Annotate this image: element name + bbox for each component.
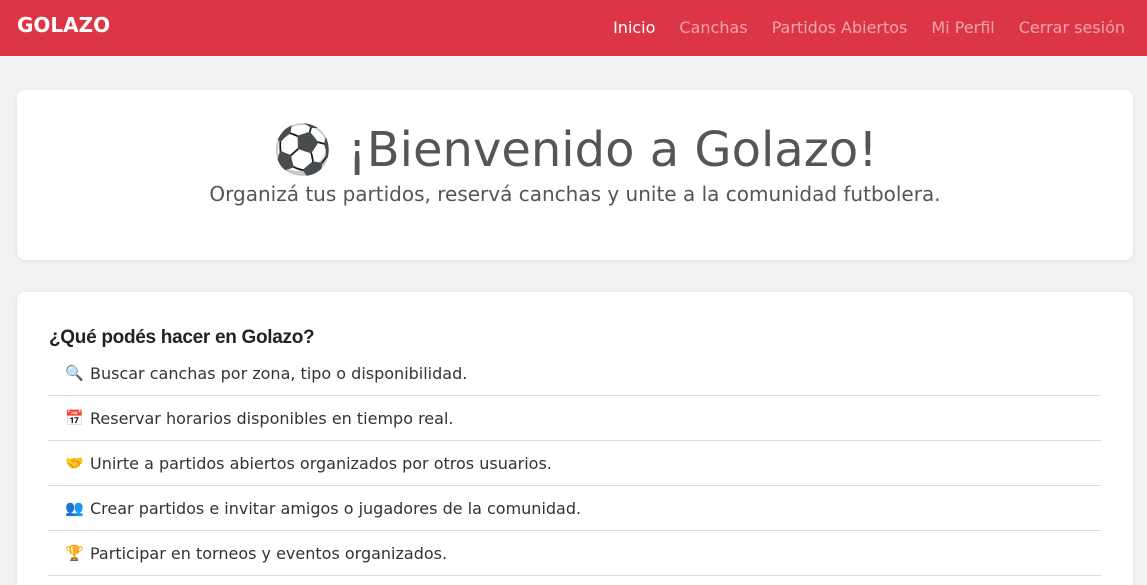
- feature-text: Unirte a partidos abiertos organizados p…: [90, 453, 552, 473]
- list-item: 🏆 Participar en torneos y eventos organi…: [48, 531, 1101, 576]
- brand-logo[interactable]: GOLAZO: [17, 13, 110, 37]
- features-card: ¿Qué podés hacer en Golazo? 🔍 Buscar can…: [17, 292, 1133, 585]
- soccer-ball-icon: ⚽: [272, 122, 333, 178]
- hero-title-text: ¡Bienvenido a Golazo!: [347, 122, 878, 178]
- nav-link-partidos-abiertos[interactable]: Partidos Abiertos: [760, 0, 920, 56]
- feature-list: 🔍 Buscar canchas por zona, tipo o dispon…: [48, 351, 1101, 576]
- feature-text: Buscar canchas por zona, tipo o disponib…: [90, 363, 468, 383]
- list-item: 📅 Reservar horarios disponibles en tiemp…: [48, 396, 1101, 441]
- handshake-icon: 🤝: [65, 453, 84, 472]
- nav-link-mi-perfil[interactable]: Mi Perfil: [919, 0, 1006, 56]
- nav-link-inicio[interactable]: Inicio: [601, 0, 667, 56]
- calendar-icon: 📅: [65, 408, 84, 427]
- features-title: ¿Qué podés hacer en Golazo?: [49, 327, 315, 348]
- hero-card: ⚽ ¡Bienvenido a Golazo! Organizá tus par…: [17, 90, 1133, 260]
- feature-text: Reservar horarios disponibles en tiempo …: [90, 408, 454, 428]
- list-item: 👥 Crear partidos e invitar amigos o juga…: [48, 486, 1101, 531]
- list-item: 🤝 Unirte a partidos abiertos organizados…: [48, 441, 1101, 486]
- feature-text: Participar en torneos y eventos organiza…: [90, 543, 448, 563]
- magnifier-icon: 🔍: [65, 363, 84, 382]
- nav-links: Inicio Canchas Partidos Abiertos Mi Perf…: [601, 0, 1137, 56]
- people-icon: 👥: [65, 498, 84, 517]
- hero-subtitle: Organizá tus partidos, reservá canchas y…: [209, 182, 941, 206]
- hero-title: ⚽ ¡Bienvenido a Golazo!: [17, 120, 1133, 180]
- navbar: GOLAZO Inicio Canchas Partidos Abiertos …: [0, 0, 1147, 56]
- nav-link-canchas[interactable]: Canchas: [667, 0, 759, 56]
- list-item: 🔍 Buscar canchas por zona, tipo o dispon…: [48, 351, 1101, 396]
- trophy-icon: 🏆: [65, 543, 84, 562]
- feature-text: Crear partidos e invitar amigos o jugado…: [90, 498, 582, 518]
- nav-link-cerrar-sesion[interactable]: Cerrar sesión: [1007, 0, 1137, 56]
